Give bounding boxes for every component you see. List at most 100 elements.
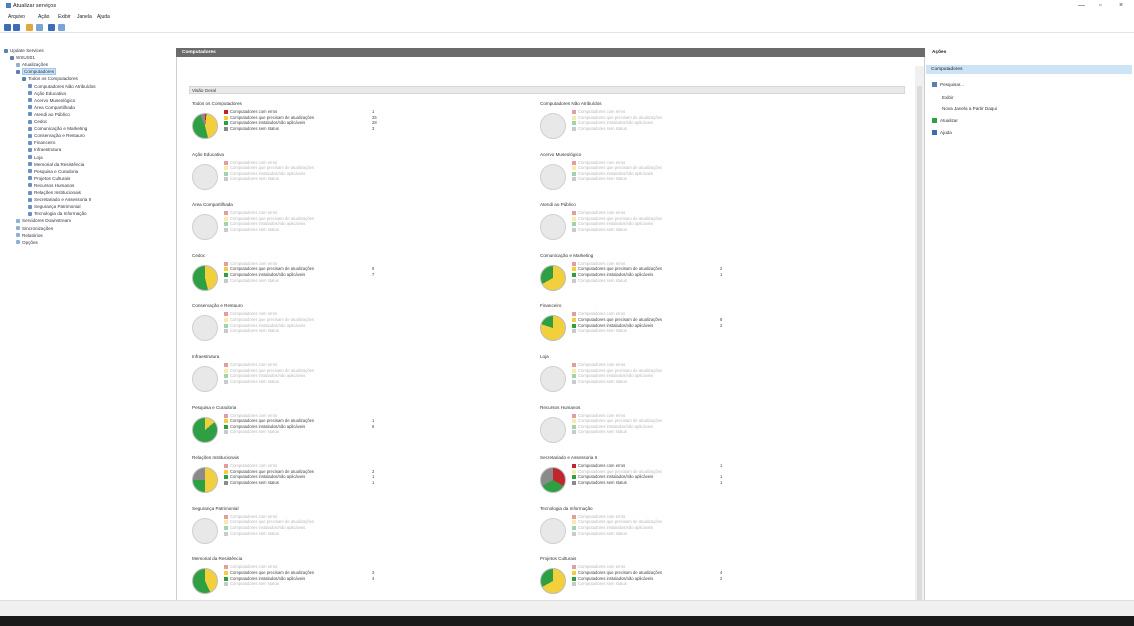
legend-row[interactable]: Computadores sem status [224, 176, 384, 182]
legend-count: 1 [372, 418, 375, 424]
tree-item[interactable]: Segurança Patrimonial [28, 204, 80, 209]
legend-swatch [572, 317, 576, 322]
legend-row[interactable]: Computadores sem status [224, 278, 384, 284]
menu-arquivo[interactable]: Arquivo [8, 14, 25, 20]
maximize-button[interactable]: ▫ [1099, 2, 1101, 9]
group-title[interactable]: Financeiro [540, 303, 561, 308]
tree-item[interactable]: Projetos Culturais [28, 176, 70, 181]
tree-item[interactable]: Atendi ao Público [28, 112, 70, 117]
help-icon[interactable] [48, 24, 55, 31]
tree-item[interactable]: Cedoc [28, 119, 47, 124]
tree-item[interactable]: Tecnologia da Informação [28, 211, 87, 216]
tree-item[interactable]: Área Compartilhada [28, 105, 75, 110]
legend-row[interactable]: Computadores sem status [572, 278, 732, 284]
group-title[interactable]: Cedoc [192, 253, 205, 258]
tree-item[interactable]: Relações Institucionais [28, 190, 81, 195]
legend-row[interactable]: Computadores sem status [572, 126, 732, 132]
legend-row[interactable]: Computadores sem status [224, 531, 384, 537]
group-title[interactable]: Acervo Museológico [540, 152, 581, 157]
menu-acao[interactable]: Ação [38, 14, 49, 20]
legend-row[interactable]: Computadores sem status [572, 379, 732, 385]
properties-icon[interactable] [58, 24, 65, 31]
tree-item[interactable]: Computadores [16, 68, 57, 76]
legend-row[interactable]: Computadores sem status [572, 531, 732, 537]
tree-item[interactable]: Recursos Humanos [28, 183, 74, 188]
legend-row[interactable]: Computadores sem status [224, 227, 384, 233]
action-item[interactable]: Ajuda [932, 130, 952, 135]
tree-item[interactable]: Loja [28, 155, 43, 160]
close-button[interactable]: × [1119, 2, 1123, 9]
tree-item[interactable]: Memorial da Resistência [28, 162, 84, 167]
action-item[interactable]: Exibir [942, 95, 954, 100]
tree-item[interactable]: Secretariado e Assessoria II [28, 197, 91, 202]
tree-item[interactable]: Infraestrutura [28, 147, 61, 152]
legend-count: 6 [372, 266, 375, 272]
tree-item[interactable]: Update Services [4, 48, 44, 53]
legend-label: Computadores instalados/não aplicáveis [578, 271, 654, 277]
console-icon[interactable] [36, 24, 43, 31]
tree-item[interactable]: Ação Educativa [28, 91, 66, 96]
menu-janela[interactable]: Janela [77, 14, 92, 20]
legend-label: Computadores sem status [578, 176, 627, 182]
group-title[interactable]: Relações Institucionais [192, 455, 239, 460]
tree-item[interactable]: Financeiro [28, 140, 55, 145]
legend-row[interactable]: Computadores sem status 1 [572, 480, 732, 486]
tree-item[interactable]: Comunicação e Marketing [28, 126, 87, 131]
tree-item[interactable]: Todos os Computadores [22, 76, 78, 81]
legend-label: Computadores que precisam de atualizaçõe… [230, 418, 315, 424]
folder-icon[interactable] [26, 24, 33, 31]
group-title[interactable]: Área Compartilhada [192, 202, 233, 207]
group-title[interactable]: Memorial da Resistência [192, 556, 242, 561]
tree-item[interactable]: Conservação e Restauro [28, 133, 85, 138]
legend-row[interactable]: Computadores sem status [572, 176, 732, 182]
action-item[interactable]: Atualizar [932, 118, 958, 123]
legend-row[interactable]: Computadores sem status [224, 379, 384, 385]
legend-row[interactable]: Computadores sem status 1 [224, 480, 384, 486]
group-title[interactable]: Tecnologia da Informação [540, 506, 593, 511]
menu-ajuda[interactable]: Ajuda [97, 14, 110, 20]
legend-row[interactable]: Computadores sem status [224, 581, 384, 587]
group-title[interactable]: Conservação e Restauro [192, 303, 243, 308]
group-title[interactable]: Recursos Humanos [540, 405, 580, 410]
legend-row[interactable]: Computadores sem status [572, 227, 732, 233]
actions-subheader[interactable]: Computadores [926, 65, 1132, 74]
group-title[interactable]: Computadores Não Atribuídos [540, 101, 602, 106]
group-title[interactable]: Comunicação e Marketing [540, 253, 593, 258]
tree-item[interactable]: Acervo Museológico [28, 98, 75, 103]
tree-item[interactable]: Atualizações [16, 62, 48, 67]
legend-row[interactable]: Computadores sem status [224, 328, 384, 334]
legend-row[interactable]: Computadores sem status [224, 429, 384, 435]
group-title[interactable]: Loja [540, 354, 549, 359]
tree-item[interactable]: Computadores Não Atribuídos [28, 84, 96, 89]
vertical-scrollbar[interactable] [915, 66, 924, 606]
legend-row[interactable]: Computadores sem status [572, 328, 732, 334]
group-title[interactable]: Pesquisa e Curadoria [192, 405, 236, 410]
action-item[interactable]: Nova Janela a Partir Daqui [942, 106, 997, 111]
group-title[interactable]: Todos os Computadores [192, 101, 242, 106]
group-title[interactable]: Secretariado e Assessoria II [540, 455, 597, 460]
group-title[interactable]: Segurança Patrimonial [192, 506, 238, 511]
tree-item[interactable]: Relatórios [16, 233, 43, 238]
legend-swatch [224, 261, 228, 266]
minimize-button[interactable]: — [1078, 2, 1085, 9]
legend-row[interactable]: Computadores sem status [572, 581, 732, 587]
tree-item[interactable]: WSUS01 [10, 55, 35, 60]
tree-node-icon [28, 169, 32, 174]
tree-item[interactable]: Pesquisa e Curadoria [28, 169, 78, 174]
forward-icon[interactable] [13, 24, 20, 31]
tree-item[interactable]: Opções [16, 240, 38, 245]
group-title[interactable]: Atendi ao Público [540, 202, 576, 207]
tree-item[interactable]: Servidores Downstream [16, 218, 71, 223]
tree-item[interactable]: Sincronizações [16, 226, 53, 231]
scrollbar-thumb[interactable] [917, 86, 922, 604]
group-title[interactable]: Infraestrutura [192, 354, 219, 359]
group-title[interactable]: Projetos Culturais [540, 556, 576, 561]
legend-count: 2 [372, 468, 375, 474]
legend-row[interactable]: Computadores sem status [572, 429, 732, 435]
menu-exibir[interactable]: Exibir [58, 14, 71, 20]
group-title[interactable]: Ação Educativa [192, 152, 224, 157]
legend-row[interactable]: Computadores sem status 3 [224, 126, 384, 132]
tree-item-label: Cedoc [34, 119, 48, 124]
action-item[interactable]: Pesquisar... [932, 82, 964, 87]
back-icon[interactable] [4, 24, 11, 31]
